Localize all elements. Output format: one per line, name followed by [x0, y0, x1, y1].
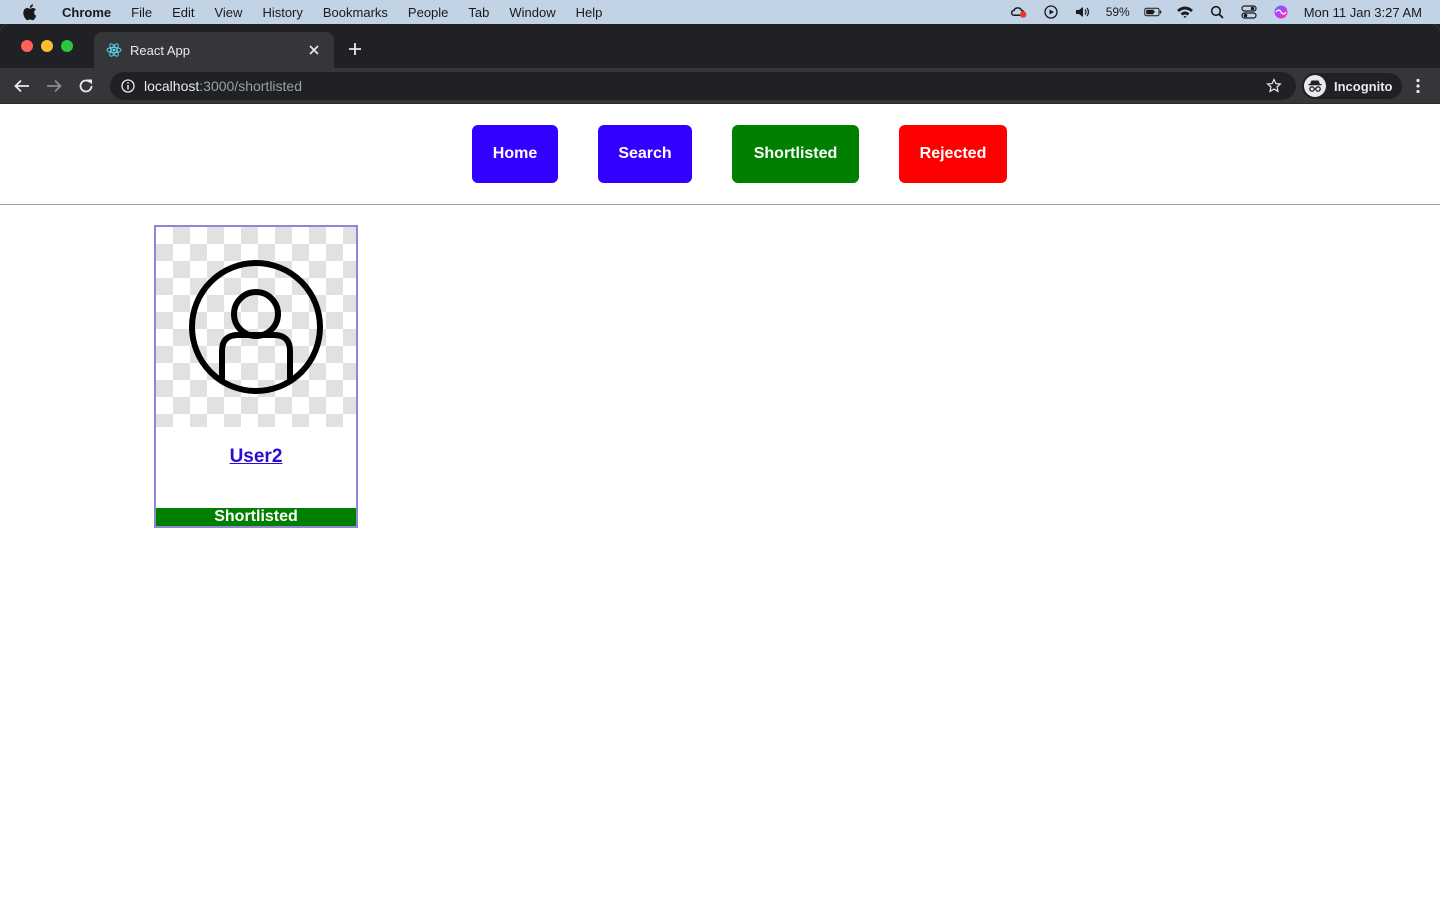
menu-history[interactable]: History — [252, 5, 312, 20]
spotlight-search-icon[interactable] — [1208, 5, 1226, 19]
battery-icon[interactable] — [1144, 5, 1162, 19]
browser-window: React App localhost:3000/shortlisted In… — [0, 24, 1440, 900]
reload-icon[interactable] — [76, 76, 96, 96]
close-window-button[interactable] — [21, 40, 33, 52]
top-navigation: Home Search Shortlisted Rejected — [0, 104, 1440, 205]
siri-icon[interactable] — [1272, 5, 1290, 19]
menu-people[interactable]: People — [398, 5, 458, 20]
more-menu-icon[interactable] — [1408, 76, 1428, 96]
bookmark-star-icon[interactable] — [1266, 78, 1282, 94]
user-circle-icon — [189, 260, 323, 394]
control-center-icon[interactable] — [1240, 5, 1258, 19]
rejected-button[interactable]: Rejected — [899, 125, 1007, 183]
status-area: 59% Mon 11 Jan 3:27 AM — [1010, 0, 1422, 24]
volume-icon[interactable] — [1074, 5, 1092, 19]
incognito-profile-button[interactable]: Incognito — [1302, 73, 1402, 99]
wifi-icon[interactable] — [1176, 5, 1194, 19]
play-icon[interactable] — [1042, 5, 1060, 19]
battery-percent: 59% — [1105, 5, 1130, 19]
status-badge: Shortlisted — [156, 508, 356, 526]
menu-app-chrome[interactable]: Chrome — [52, 5, 121, 20]
macos-menu-bar: Chrome File Edit View History Bookmarks … — [0, 0, 1440, 24]
new-tab-button[interactable] — [345, 39, 365, 59]
url-path: :3000/shortlisted — [199, 78, 302, 94]
menubar-clock[interactable]: Mon 11 Jan 3:27 AM — [1304, 5, 1422, 20]
menu-edit[interactable]: Edit — [162, 5, 204, 20]
creative-cloud-icon[interactable] — [1010, 5, 1028, 19]
menu-window[interactable]: Window — [499, 5, 565, 20]
menu-tab[interactable]: Tab — [458, 5, 499, 20]
minimize-window-button[interactable] — [41, 40, 53, 52]
close-tab-icon[interactable] — [306, 42, 322, 58]
back-icon[interactable] — [12, 76, 32, 96]
zoom-window-button[interactable] — [61, 40, 73, 52]
browser-toolbar: localhost:3000/shortlisted Incognito — [0, 68, 1440, 104]
forward-icon[interactable] — [44, 76, 64, 96]
react-logo-icon — [106, 42, 122, 58]
profile-label: Incognito — [1334, 78, 1393, 94]
tab-title: React App — [130, 42, 190, 58]
user-card: User2 Shortlisted — [154, 225, 358, 528]
search-button[interactable]: Search — [598, 125, 692, 183]
menu-file[interactable]: File — [121, 5, 162, 20]
menu-help[interactable]: Help — [566, 5, 613, 20]
menu-bookmarks[interactable]: Bookmarks — [313, 5, 398, 20]
site-info-icon[interactable] — [120, 78, 136, 94]
tab-strip: React App — [0, 24, 1440, 68]
tab-react-app[interactable]: React App — [94, 32, 334, 68]
user-name-link[interactable]: User2 — [156, 446, 356, 468]
shortlisted-button[interactable]: Shortlisted — [732, 125, 859, 183]
menu-view[interactable]: View — [204, 5, 252, 20]
apple-icon[interactable] — [20, 3, 38, 21]
home-button[interactable]: Home — [472, 125, 558, 183]
page-content: Home Search Shortlisted Rejected User2 S… — [0, 104, 1440, 900]
user-avatar — [156, 227, 356, 427]
address-bar[interactable]: localhost:3000/shortlisted — [110, 72, 1296, 100]
url-host: localhost — [144, 78, 200, 94]
incognito-icon — [1304, 75, 1326, 97]
